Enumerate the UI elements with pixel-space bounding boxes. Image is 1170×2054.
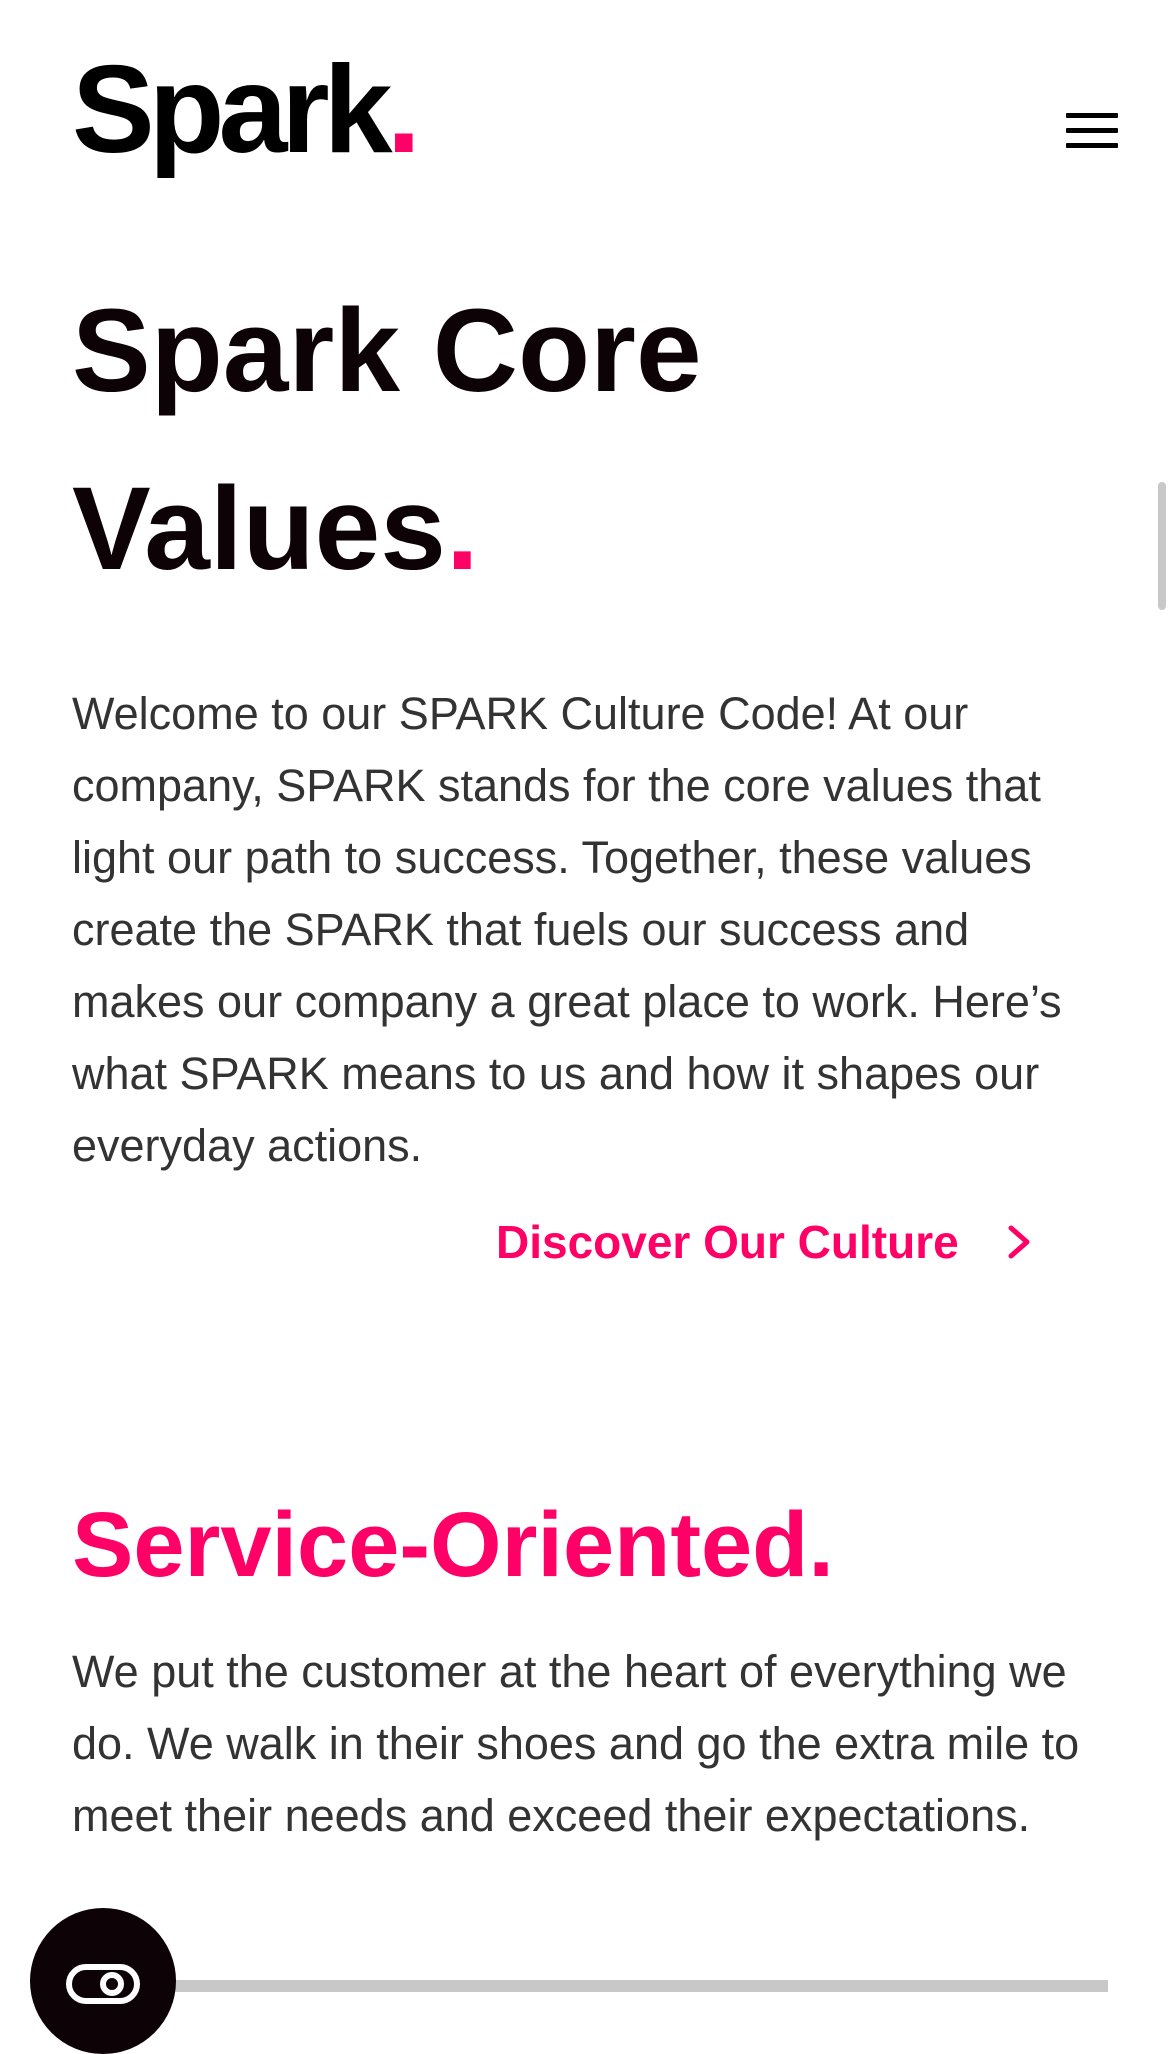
page-title-dot: . — [445, 463, 479, 595]
section-title-service-oriented: Service-Oriented. — [72, 1494, 834, 1596]
menu-line-bottom — [1066, 143, 1118, 148]
chat-button[interactable] — [30, 1908, 176, 2054]
menu-line-top — [1066, 113, 1118, 118]
chevron-right-icon — [1008, 1225, 1030, 1259]
hamburger-menu-icon[interactable] — [1058, 108, 1118, 154]
logo-dot: . — [386, 41, 422, 179]
discover-link-label: Discover Our Culture — [496, 1216, 959, 1268]
logo-text: Spark — [72, 41, 393, 179]
section-paragraph: We put the customer at the heart of ever… — [72, 1646, 1080, 1841]
spark-logo[interactable]: Spark. — [72, 48, 421, 172]
chat-bubble-icon — [66, 1964, 140, 2004]
page-title: Spark Core Values. — [72, 262, 972, 618]
intro-paragraph: Welcome to our SPARK Culture Code! At ou… — [72, 688, 1062, 1171]
page-title-line1: Spark Core — [72, 285, 702, 417]
discover-our-culture-link[interactable]: Discover Our Culture — [496, 1212, 1033, 1272]
page-title-line2: Values — [72, 463, 446, 595]
menu-line-middle — [1066, 128, 1118, 133]
site-header: Spark. — [0, 0, 1170, 220]
scrollbar-thumb[interactable] — [1158, 482, 1166, 610]
horizontal-divider — [150, 1980, 1108, 1992]
